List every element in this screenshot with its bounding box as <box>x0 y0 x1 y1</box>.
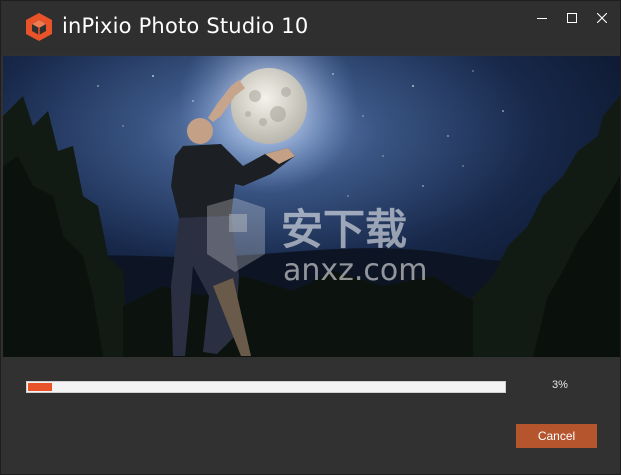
window-title: inPixio Photo Studio 10 <box>62 14 309 38</box>
inpixio-logo-icon <box>26 13 52 41</box>
maximize-icon <box>567 13 577 23</box>
minimize-icon <box>537 18 547 19</box>
night-sky-moon-illustration: 安下载 anxz.com <box>3 56 620 357</box>
maximize-button[interactable] <box>557 7 587 29</box>
watermark-text: 安下载 <box>281 205 407 254</box>
minimize-button[interactable] <box>527 7 557 29</box>
progress-bar-fill <box>28 383 52 391</box>
close-button[interactable] <box>587 7 617 29</box>
progress-section: 3% Cancel <box>1 357 620 475</box>
splash-banner-image: 安下载 anxz.com <box>3 56 620 357</box>
progress-bar <box>26 381 506 393</box>
installer-window: inPixio Photo Studio 10 安下载 anxz.com 3% … <box>0 0 621 475</box>
title-bar[interactable]: inPixio Photo Studio 10 <box>1 1 620 55</box>
watermark-url: anxz.com <box>283 253 428 288</box>
progress-percent-label: 3% <box>552 379 568 391</box>
cancel-button[interactable]: Cancel <box>516 424 597 448</box>
close-icon <box>597 13 607 23</box>
